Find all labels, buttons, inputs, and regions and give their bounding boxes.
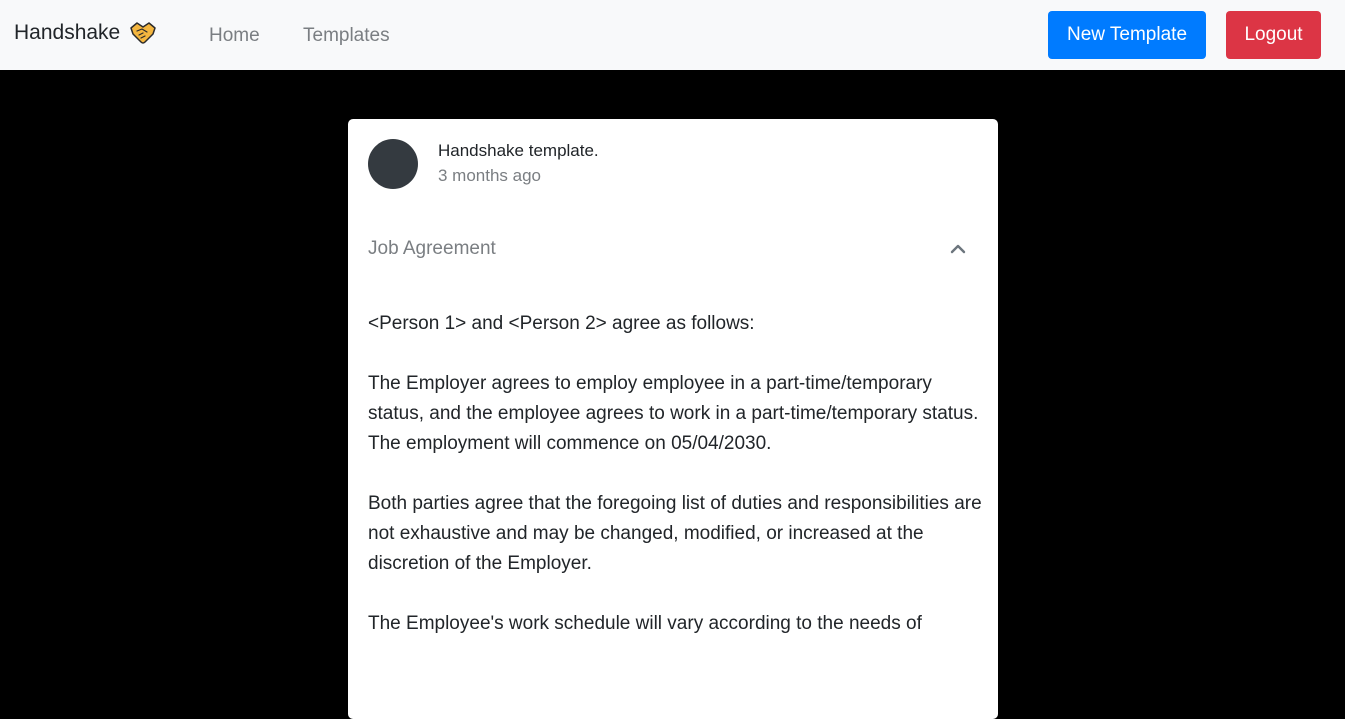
timestamp: 3 months ago (438, 166, 542, 185)
avatar (368, 139, 418, 189)
new-template-button[interactable]: New Template (1048, 11, 1206, 59)
chevron-up-icon[interactable] (948, 239, 968, 259)
handshake-icon (130, 22, 156, 44)
author-name: Handshake template. (438, 141, 599, 160)
brand-name: Handshake (14, 21, 121, 44)
brand-link[interactable]: Handshake (14, 20, 157, 46)
top-navbar: Handshake Home Templates New Template Lo… (0, 0, 1345, 70)
agreement-body: <Person 1> and <Person 2> agree as follo… (368, 309, 983, 669)
agreement-paragraph: The Employee's work schedule will vary a… (368, 613, 922, 634)
section-title: Job Agreement (368, 238, 496, 259)
agreement-paragraph: The Employer agrees to employ employee i… (368, 373, 979, 454)
section-toggle[interactable]: Job Agreement (368, 232, 978, 266)
agreement-paragraph: Both parties agree that the foregoing li… (368, 493, 982, 574)
nav-link-templates[interactable]: Templates (303, 25, 390, 47)
template-card: Handshake template. 3 months ago Job Agr… (348, 119, 998, 719)
logout-button[interactable]: Logout (1226, 11, 1321, 59)
nav-link-home[interactable]: Home (209, 25, 260, 47)
agreement-paragraph: <Person 1> and <Person 2> agree as follo… (368, 313, 755, 334)
